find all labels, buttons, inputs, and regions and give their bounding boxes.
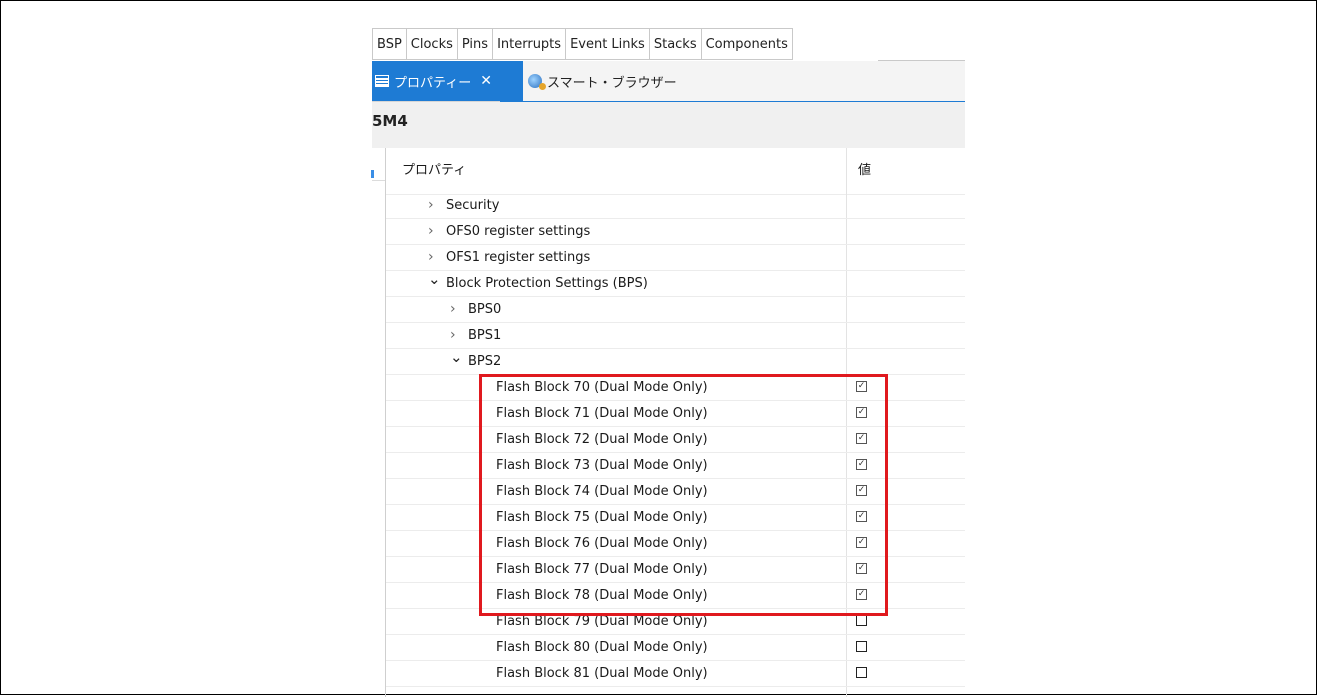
tab-properties-label: プロパティー [394, 75, 472, 91]
table-icon [375, 75, 389, 87]
table-row[interactable]: › Security [386, 193, 965, 219]
row-label: Flash Block 72 (Dual Mode Only) [496, 432, 708, 447]
table-row[interactable]: Flash Block 77 (Dual Mode Only) ✓ [386, 557, 965, 583]
properties-title-band [372, 102, 965, 148]
checkbox-checked[interactable]: ✓ [856, 433, 867, 444]
row-label: Flash Block 77 (Dual Mode Only) [496, 562, 708, 577]
tab-bsp[interactable]: BSP [372, 28, 407, 60]
checkbox-unchecked[interactable] [856, 615, 867, 626]
tab-pins[interactable]: Pins [457, 28, 494, 60]
left-panel-stub [372, 148, 386, 181]
globe-icon [528, 74, 546, 90]
tab-event-links[interactable]: Event Links [566, 28, 650, 60]
checkbox-unchecked[interactable] [856, 667, 867, 678]
checkbox-checked[interactable]: ✓ [856, 511, 867, 522]
table-row[interactable]: › OFS0 register settings [386, 219, 965, 245]
column-header-value[interactable]: 値 [858, 158, 871, 183]
row-label: Block Protection Settings (BPS) [446, 276, 648, 291]
row-label: Flash Block 70 (Dual Mode Only) [496, 380, 708, 395]
chevron-right-icon[interactable]: › [450, 297, 456, 322]
row-label: Security [446, 198, 500, 213]
table-row[interactable]: › OFS1 register settings [386, 245, 965, 271]
row-label: Flash Block 78 (Dual Mode Only) [496, 588, 708, 603]
checkbox-unchecked[interactable] [856, 641, 867, 652]
row-label: BPS1 [468, 328, 502, 343]
table-row[interactable]: Flash Block 79 (Dual Mode Only) [386, 609, 965, 635]
tab-smart-browser-label: スマート・ブラウザー [547, 75, 677, 91]
row-label: Flash Block 73 (Dual Mode Only) [496, 458, 708, 473]
tab-clocks[interactable]: Clocks [406, 28, 458, 60]
table-row[interactable]: ⌄ Block Protection Settings (BPS) [386, 270, 965, 297]
checkbox-checked[interactable]: ✓ [856, 407, 867, 418]
table-row[interactable]: › BPS0 [386, 297, 965, 323]
row-label: OFS0 register settings [446, 224, 591, 239]
editor-tab-bar: BSP Clocks Pins Interrupts Event Links Stacks… [372, 28, 793, 60]
table-header: プロパティ 値 [386, 148, 965, 195]
tab-bar-filler [878, 28, 965, 61]
checkbox-checked[interactable]: ✓ [856, 459, 867, 470]
tab-stacks[interactable]: Stacks [649, 28, 702, 60]
checkbox-checked[interactable]: ✓ [856, 563, 867, 574]
row-label: BPS2 [468, 354, 502, 369]
row-label: Flash Block 71 (Dual Mode Only) [496, 406, 708, 421]
row-label: Flash Block 74 (Dual Mode Only) [496, 484, 708, 499]
row-label: OFS1 register settings [446, 250, 591, 265]
page-title: 5M4 [372, 112, 408, 130]
table-row[interactable]: Flash Block 73 (Dual Mode Only) ✓ [386, 453, 965, 479]
checkbox-checked[interactable]: ✓ [856, 589, 867, 600]
table-row[interactable]: ⌄ BPS2 [386, 348, 965, 375]
tab-components[interactable]: Components [701, 28, 793, 60]
chevron-down-icon[interactable]: ⌄ [450, 345, 463, 370]
row-label: Flash Block 80 (Dual Mode Only) [496, 640, 708, 655]
table-row[interactable]: Flash Block 78 (Dual Mode Only) ✓ [386, 583, 965, 609]
table-row[interactable]: › BPS1 [386, 323, 965, 349]
row-label: BPS0 [468, 302, 502, 317]
checkbox-checked[interactable]: ✓ [856, 485, 867, 496]
checkbox-checked[interactable]: ✓ [856, 537, 867, 548]
table-row[interactable]: Flash Block 70 (Dual Mode Only) ✓ [386, 375, 965, 401]
row-label: Flash Block 76 (Dual Mode Only) [496, 536, 708, 551]
row-label: Flash Block 75 (Dual Mode Only) [496, 510, 708, 525]
table-row[interactable]: Flash Block 71 (Dual Mode Only) ✓ [386, 401, 965, 427]
chevron-down-icon[interactable]: ⌄ [428, 267, 441, 292]
row-label: Flash Block 79 (Dual Mode Only) [496, 614, 708, 629]
close-icon[interactable]: ✕ [480, 73, 492, 89]
chevron-right-icon[interactable]: › [428, 219, 434, 244]
chevron-right-icon[interactable]: › [428, 193, 434, 218]
table-row[interactable]: Flash Block 74 (Dual Mode Only) ✓ [386, 479, 965, 505]
column-header-property[interactable]: プロパティ [402, 158, 466, 183]
checkbox-checked[interactable]: ✓ [856, 381, 867, 392]
table-row[interactable]: Flash Block 80 (Dual Mode Only) [386, 635, 965, 661]
table-row[interactable]: Flash Block 75 (Dual Mode Only) ✓ [386, 505, 965, 531]
tab-properties[interactable]: プロパティー ✕ [372, 61, 523, 101]
row-label: Flash Block 81 (Dual Mode Only) [496, 666, 708, 681]
tab-smart-browser[interactable]: スマート・ブラウザー [528, 61, 677, 101]
left-panel-marker [371, 170, 374, 178]
table-row[interactable]: Flash Block 81 (Dual Mode Only) [386, 661, 965, 687]
table-row[interactable]: Flash Block 72 (Dual Mode Only) ✓ [386, 427, 965, 453]
tab-interrupts[interactable]: Interrupts [493, 28, 567, 60]
table-row[interactable]: Flash Block 76 (Dual Mode Only) ✓ [386, 531, 965, 557]
